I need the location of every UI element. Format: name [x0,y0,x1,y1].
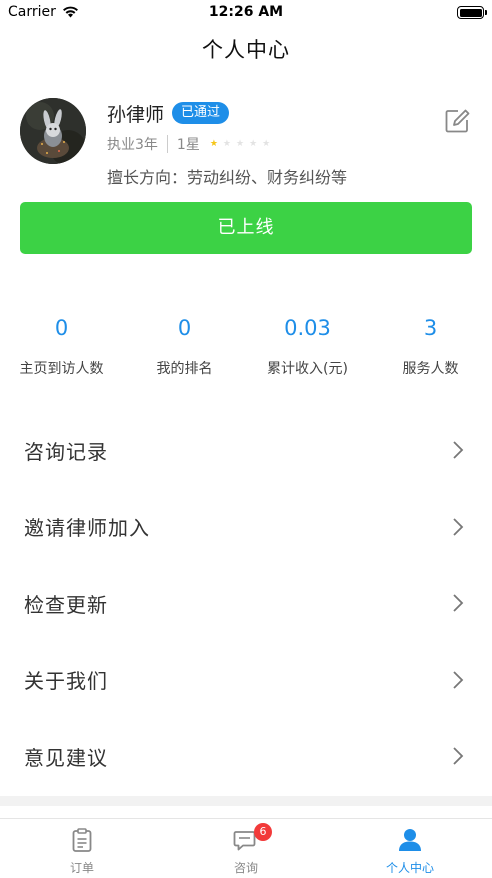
tab-label: 订单 [69,861,94,875]
clock: 12:26 AM [208,4,284,20]
chevron-right-icon [453,670,464,689]
star-empty-icon: ★ [222,138,231,149]
stat-clients[interactable]: 3 服务人数 [369,312,492,392]
stat-label: 累计收入(元) [267,361,348,377]
chevron-right-icon [453,441,464,459]
menu-item-invite-lawyer[interactable]: 邀请律师加入 [0,489,492,566]
specialty-text: 擅长方向：劳动纠纷、财务纠纷等 [107,168,348,187]
online-status-button[interactable]: 已上线 [20,202,472,254]
stat-ranking[interactable]: 0 我的排名 [123,312,246,392]
chevron-right-icon [453,747,464,765]
tab-profile[interactable]: 个人中心 [328,819,492,878]
stat-value: 0 [54,316,69,340]
battery-icon [457,6,487,19]
menu-list: 咨询记录 邀请律师加入 检查更新 关于我们 意见建议 [0,412,492,795]
experience-label: 执业3年 [107,137,158,153]
stat-value: 0.03 [284,316,331,340]
chevron-right-icon [453,594,464,612]
menu-item-about-us[interactable]: 关于我们 [0,642,492,719]
avatar[interactable] [20,98,86,164]
profile-card: 孙律师 已通过 执业3年 1星 ★ ★ ★ ★ ★ 擅长方向：劳动纠纷、财务纠纷等 [0,96,492,196]
menu-item-consult-records[interactable]: 咨询记录 [0,412,492,489]
person-icon [399,829,421,851]
chevron-right-icon [453,517,464,536]
menu-item-label: 咨询记录 [24,439,108,464]
star-empty-icon: ★ [249,138,258,149]
stat-label: 服务人数 [402,361,459,377]
avatar-image [20,98,86,164]
profile-meta: 执业3年 1星 ★ ★ ★ ★ ★ [107,134,270,154]
lawyer-name: 孙律师 [107,104,165,126]
menu-item-feedback[interactable]: 意见建议 [0,718,492,795]
stat-visitors[interactable]: 0 主页到访人数 [0,312,123,392]
menu-item-label: 关于我们 [24,669,108,694]
divider [166,135,168,153]
stat-value: 3 [423,316,438,340]
status-bar: Carrier 12:26 AM [0,0,492,26]
star-filled-icon: ★ [209,138,218,149]
star-empty-icon: ★ [236,138,245,149]
star-rating: ★ ★ ★ ★ ★ [209,138,271,149]
tab-consult[interactable]: 6 咨询 [164,819,328,878]
status-badge: 已通过 [172,102,230,124]
menu-item-label: 意见建议 [24,745,108,770]
tab-label: 个人中心 [385,861,434,875]
edit-icon[interactable] [444,108,470,134]
tab-orders[interactable]: 订单 [0,819,164,878]
stat-label: 我的排名 [156,361,213,377]
section-divider [0,796,492,806]
menu-item-label: 检查更新 [24,592,108,617]
clipboard-icon [72,828,92,852]
notification-badge: 6 [254,823,272,841]
tab-label: 咨询 [233,861,258,875]
stats-row: 0 主页到访人数 0 我的排名 0.03 累计收入(元) 3 服务人数 [0,312,492,392]
tab-bar: 订单 6 咨询 个人中心 [0,818,492,878]
star-empty-icon: ★ [262,138,271,149]
stat-value: 0 [177,316,192,340]
menu-item-check-update[interactable]: 检查更新 [0,565,492,642]
stat-income[interactable]: 0.03 累计收入(元) [246,312,369,392]
stat-label: 主页到访人数 [19,361,104,377]
page-title: 个人中心 [202,38,290,62]
menu-item-label: 邀请律师加入 [24,516,150,541]
rating-label: 1星 [176,137,200,153]
